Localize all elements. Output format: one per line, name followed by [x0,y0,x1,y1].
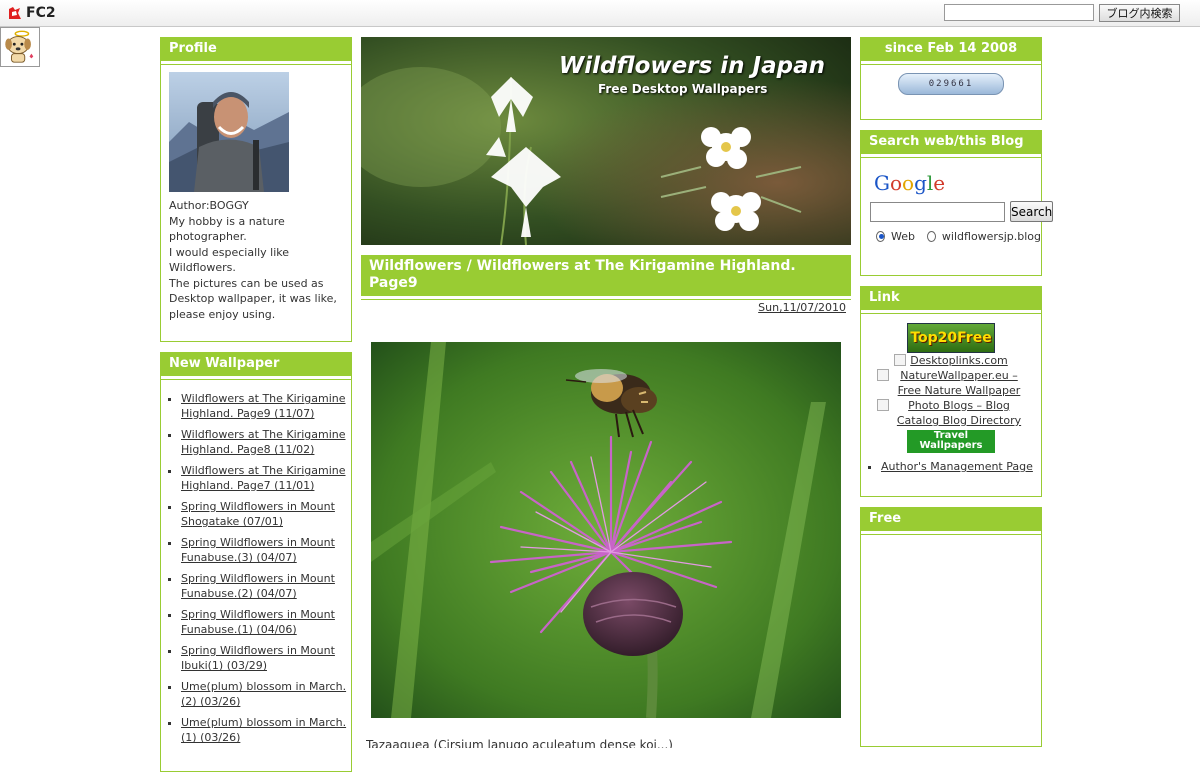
blog-search-button[interactable]: ブログ内検索 [1099,4,1180,22]
broken-image-icon [894,354,907,366]
author-portrait-image [169,72,289,192]
entry-date-link[interactable]: Sun,11/07/2010 [758,301,846,314]
list-item: Spring Wildflowers in Mount Ibuki(1) (03… [181,643,351,673]
broken-image-icon [877,369,889,381]
admin-link-list: Author's Management Page [861,459,1041,474]
entry-photo[interactable] [371,342,841,718]
google-search-panel: Search web/this Blog Google Search Web w… [860,130,1054,276]
list-item: Wildflowers at The Kirigamine Highland. … [181,391,351,421]
wallpaper-link[interactable]: Wildflowers at The Kirigamine Highland. … [181,428,346,456]
main-content: Wildflowers in Japan Free Desktop Wallpa… [361,37,851,748]
profile-description: Author:BOGGY My hobby is a nature photog… [161,192,351,322]
google-search-input[interactable] [870,201,1005,222]
wallpaper-link[interactable]: Spring Wildflowers in Mount Shogatake (0… [181,500,335,528]
free-panel: Free [860,507,1042,747]
new-wallpaper-panel: New Wallpaper Wildflowers at The Kirigam… [160,352,352,772]
counter-panel: since Feb 14 2008 029661 [860,37,1042,120]
link-list-body: Top20Free Desktoplinks.com NatureWallpap… [861,313,1041,474]
right-sidebar: since Feb 14 2008 029661 Search web/this… [860,37,1054,757]
profile-line: I would especially like Wildflowers. [169,245,290,275]
puppy-angel-icon [5,30,34,63]
list-item: Spring Wildflowers in Mount Funabuse.(1)… [181,607,351,637]
naturewallpaper-link-row: NatureWallpaper.eu – Free Nature Wallpap… [861,368,1041,398]
google-logo: Google [874,171,946,195]
counter-value: 029661 [928,79,974,89]
blog-search-input[interactable] [944,4,1094,21]
radio-blog-label: wildflowersjp.blog [941,230,1041,243]
wallpaper-link[interactable]: Wildflowers at The Kirigamine Highland. … [181,464,346,492]
photoblogs-link[interactable]: Photo Blogs – Blog Catalog Blog Director… [893,398,1025,428]
wallpaper-link[interactable]: Wildflowers at The Kirigamine Highland. … [181,392,346,420]
list-item: Ume(plum) blossom in March.(1) (03/26) [181,715,351,745]
top20free-banner[interactable]: Top20Free [907,323,995,353]
link-panel: Link Top20Free Desktoplinks.com NatureWa… [860,286,1042,497]
profile-heading: Profile [161,37,351,64]
fc2-logo[interactable]: FC2 [8,5,56,21]
fc2-toolbar: FC2 ブログ内検索 [0,0,1200,27]
wallpaper-link[interactable]: Spring Wildflowers in Mount Ibuki(1) (03… [181,644,335,672]
list-item: Wildflowers at The Kirigamine Highland. … [181,463,351,493]
wallpaper-link[interactable]: Ume(plum) blossom in March.(2) (03/26) [181,680,346,708]
radio-web-label: Web [890,230,915,243]
photoblogs-link-row: Photo Blogs – Blog Catalog Blog Director… [861,398,1041,428]
desktoplinks-link-row: Desktoplinks.com [861,353,1041,368]
profile-line: The pictures can be used as Desktop wall… [169,276,337,321]
search-scope: Web wildflowersjp.blog [876,230,1041,243]
list-item: Wildflowers at The Kirigamine Highland. … [181,427,351,457]
banner-subtitle: Free Desktop Wallpapers [598,82,768,96]
fc2-logo-text: FC2 [26,5,56,21]
wallpaper-link[interactable]: Spring Wildflowers in Mount Funabuse.(2)… [181,572,335,600]
thistle-bee-image [371,342,841,718]
radio-blog[interactable] [926,231,936,242]
search-heading: Search web/this Blog [861,130,1041,157]
author-management-link[interactable]: Author's Management Page [881,460,1033,473]
wallpaper-link[interactable]: Spring Wildflowers in Mount Funabuse.(1)… [181,608,335,636]
free-heading: Free [861,507,1041,534]
entry-date: Sun,11/07/2010 [361,299,851,314]
desktoplinks-link[interactable]: Desktoplinks.com [910,353,1008,368]
new-wallpaper-heading: New Wallpaper [161,352,351,379]
author-photo [169,72,289,192]
google-search-row: Search [870,201,1054,222]
visitor-counter[interactable]: 029661 [898,73,1004,95]
new-wallpaper-list: Wildflowers at The Kirigamine Highland. … [161,391,351,745]
list-item: Ume(plum) blossom in March.(2) (03/26) [181,679,351,709]
profile-panel: Profile Author:BOGGY My hobby is a natur… [160,37,352,342]
wallpaper-link[interactable]: Spring Wildflowers in Mount Funabuse.(3)… [181,536,335,564]
blog-header-banner[interactable]: Wildflowers in Japan Free Desktop Wallpa… [361,37,851,245]
radio-web[interactable] [876,231,885,242]
list-item: Spring Wildflowers in Mount Shogatake (0… [181,499,351,529]
banner-title: Wildflowers in Japan [558,53,825,79]
left-sidebar: Profile Author:BOGGY My hobby is a natur… [160,37,352,782]
profile-line: My hobby is a nature photographer. [169,214,285,244]
broken-image-icon [877,399,889,411]
list-item: Spring Wildflowers in Mount Funabuse.(2)… [181,571,351,601]
google-search-button[interactable]: Search [1010,201,1054,222]
link-heading: Link [861,286,1041,313]
fc2-logo-icon [9,7,21,19]
list-item: Author's Management Page [881,459,1041,474]
since-heading: since Feb 14 2008 [861,37,1041,64]
entry-title[interactable]: Wildflowers / Wildflowers at The Kirigam… [361,255,851,299]
list-item: Spring Wildflowers in Mount Funabuse.(3)… [181,535,351,565]
mascot-icon[interactable] [0,27,40,67]
naturewallpaper-link[interactable]: NatureWallpaper.eu – Free Nature Wallpap… [893,368,1025,398]
travel-wallpapers-banner[interactable]: Travel Wallpapers [907,430,995,453]
profile-author: Author:BOGGY [169,199,249,212]
